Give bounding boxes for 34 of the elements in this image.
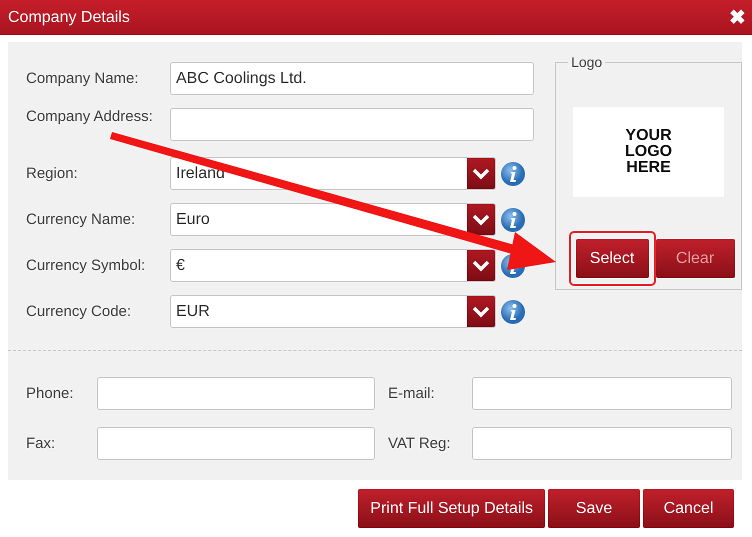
footer-button[interactable]: Print Full Setup Details xyxy=(358,489,545,528)
field-label: Currency Symbol: xyxy=(26,257,146,274)
footer-button[interactable]: Save xyxy=(548,489,640,528)
dropdown-field[interactable]: Euro xyxy=(170,203,496,236)
field-label: Company Address: xyxy=(26,108,154,125)
logo-button[interactable]: Select xyxy=(576,239,649,278)
footer-button[interactable]: Cancel xyxy=(643,489,734,528)
field-label: Currency Code: xyxy=(26,303,132,320)
caret-icon xyxy=(467,250,495,281)
info-icon[interactable] xyxy=(500,160,526,186)
field-label: Company Name: xyxy=(26,70,140,87)
close-button[interactable]: ✖ xyxy=(729,8,746,28)
logo-legend: Logo xyxy=(568,54,606,70)
text-field[interactable] xyxy=(97,427,375,460)
text-field[interactable] xyxy=(472,427,732,460)
field-label: VAT Reg: xyxy=(388,435,452,452)
dropdown-field[interactable]: € xyxy=(170,249,496,282)
caret-icon xyxy=(467,296,495,327)
text-field[interactable]: ABC Coolings Ltd. xyxy=(170,62,534,95)
logo-preview[interactable]: YOUR LOGO HERE xyxy=(573,107,724,197)
field-label: E-mail: xyxy=(388,385,436,402)
field-label: Currency Name: xyxy=(26,211,136,228)
window-title: Company Details xyxy=(8,8,130,26)
caret-icon xyxy=(467,158,495,189)
field-label: Region: xyxy=(26,165,79,182)
caret-icon xyxy=(467,204,495,235)
field-label: Fax: xyxy=(26,435,56,452)
field-label: Phone: xyxy=(26,385,75,402)
info-icon[interactable] xyxy=(500,298,526,324)
text-field[interactable] xyxy=(97,377,375,410)
text-field[interactable] xyxy=(170,108,534,141)
text-field[interactable] xyxy=(472,377,732,410)
info-icon[interactable] xyxy=(500,206,526,232)
dropdown-field[interactable]: EUR xyxy=(170,295,496,328)
